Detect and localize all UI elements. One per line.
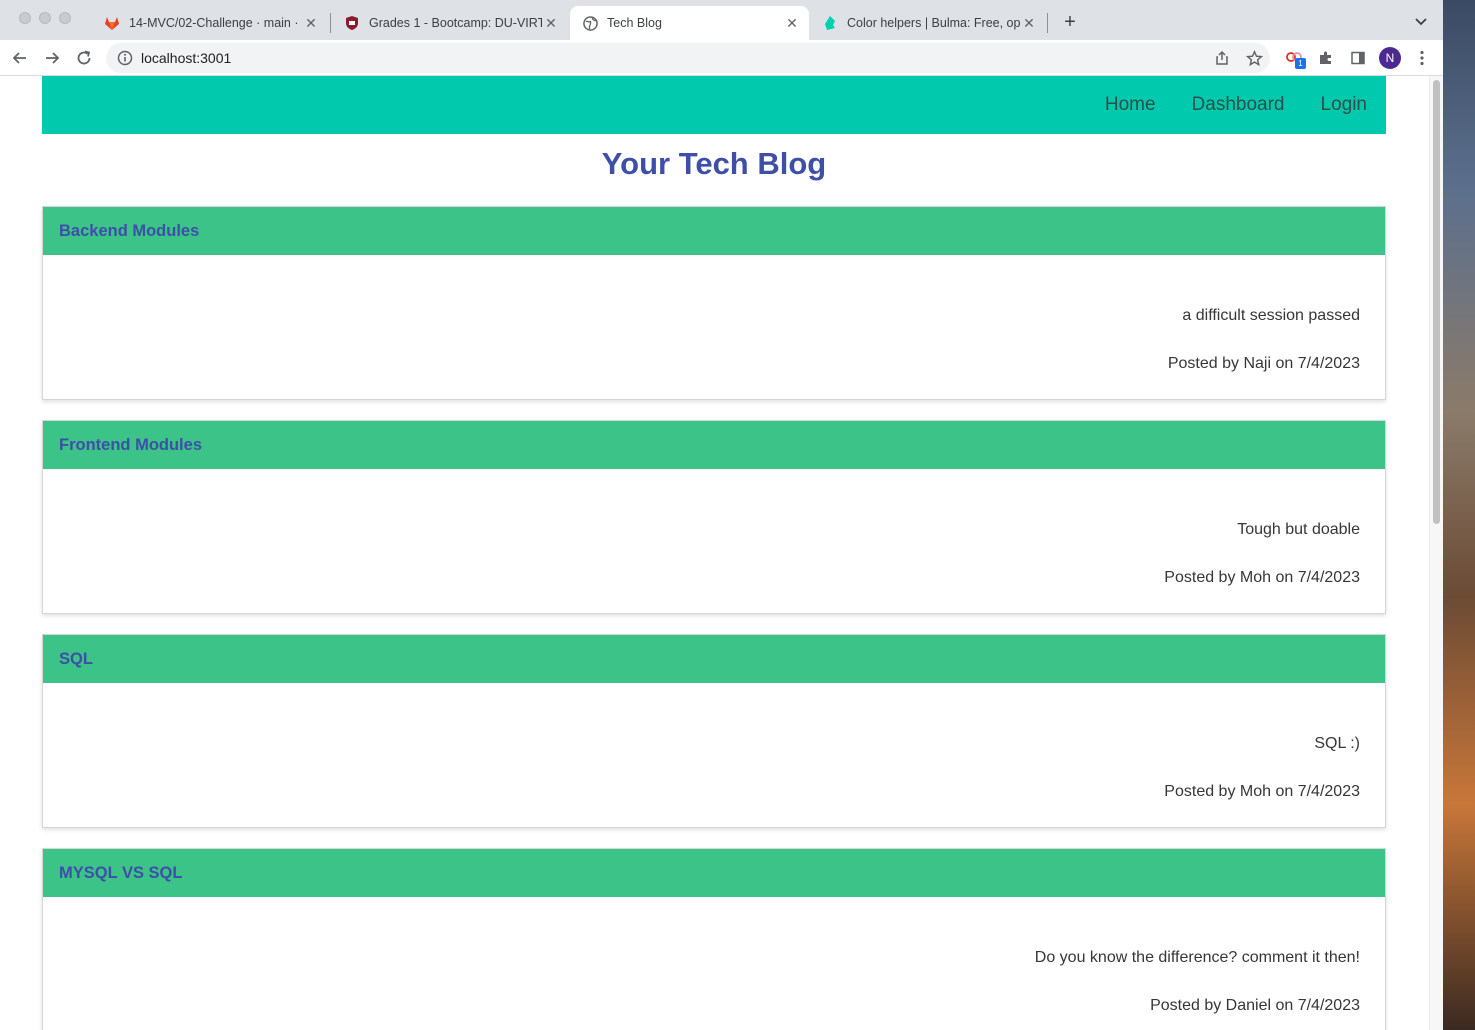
tab-title: Grades 1 - Bootcamp: DU-VIRT [369, 16, 542, 30]
tab-separator [330, 13, 331, 33]
post-meta: Posted by Daniel on 7/4/2023 [1150, 997, 1360, 1014]
post-card[interactable]: MYSQL VS SQL Do you know the difference?… [42, 848, 1386, 1030]
window-minimize-button[interactable] [39, 12, 51, 24]
tab-separator [1047, 13, 1048, 33]
post-body: Do you know the difference? comment it t… [43, 897, 1385, 1030]
tab-tech-blog[interactable]: Tech Blog ✕ [570, 6, 809, 40]
extension-badge: 1 [1295, 58, 1306, 69]
post-body: Tough but doable Posted by Moh on 7/4/20… [43, 469, 1385, 613]
share-icon [1216, 50, 1228, 65]
post-content: SQL :) [1314, 735, 1360, 752]
browser-menu-button[interactable] [1411, 47, 1433, 69]
bookmark-button[interactable] [1243, 47, 1265, 69]
post-title[interactable]: Frontend Modules [59, 436, 202, 455]
browser-toolbar: localhost:3001 1 N [0, 40, 1443, 76]
reload-button[interactable] [72, 46, 96, 70]
extensions-menu-button[interactable] [1315, 47, 1337, 69]
arrow-left-icon [12, 52, 26, 64]
post-content: a difficult session passed [1182, 307, 1360, 324]
nav-login-link[interactable]: Login [1321, 94, 1368, 116]
side-panel-button[interactable] [1347, 47, 1369, 69]
desktop-wallpaper [1443, 0, 1475, 1030]
post-body: a difficult session passed Posted by Naj… [43, 255, 1385, 399]
tab-bulma[interactable]: Color helpers | Bulma: Free, op ✕ [810, 6, 1046, 40]
post-title[interactable]: Backend Modules [59, 222, 199, 241]
globe-icon [582, 15, 598, 31]
tab-gitlab[interactable]: 14-MVC/02-Challenge · main · ✕ [92, 6, 328, 40]
close-icon[interactable]: ✕ [302, 14, 320, 32]
post-header: MYSQL VS SQL [43, 849, 1385, 897]
close-icon[interactable]: ✕ [1020, 14, 1038, 32]
url-text: localhost:3001 [141, 50, 232, 66]
post-body: SQL :) Posted by Moh on 7/4/2023 [43, 683, 1385, 827]
tab-search-button[interactable] [1412, 12, 1430, 30]
page-scrollbar[interactable] [1429, 76, 1443, 1030]
site-navbar: Home Dashboard Login [42, 76, 1386, 134]
gitlab-icon [104, 15, 120, 31]
profile-avatar[interactable]: N [1379, 47, 1401, 69]
post-title[interactable]: MYSQL VS SQL [59, 864, 182, 883]
arrow-right-icon [46, 52, 60, 64]
browser-window: 14-MVC/02-Challenge · main · ✕ Grades 1 … [0, 0, 1443, 1030]
scrollbar-thumb[interactable] [1433, 80, 1440, 524]
close-icon[interactable]: ✕ [542, 14, 560, 32]
side-panel-icon [1351, 51, 1365, 65]
tab-title: 14-MVC/02-Challenge · main · [129, 16, 299, 30]
post-header: Frontend Modules [43, 421, 1385, 469]
puzzle-icon [1320, 51, 1331, 64]
post-title[interactable]: SQL [59, 650, 93, 669]
post-card[interactable]: Frontend Modules Tough but doable Posted… [42, 420, 1386, 614]
tab-title: Tech Blog [607, 16, 662, 30]
post-content: Tough but doable [1237, 521, 1360, 538]
address-bar[interactable]: localhost:3001 [106, 43, 1270, 73]
new-tab-button[interactable]: + [1060, 12, 1080, 32]
close-icon[interactable]: ✕ [783, 14, 801, 32]
back-button[interactable] [8, 46, 32, 70]
post-card[interactable]: SQL SQL :) Posted by Moh on 7/4/2023 [42, 634, 1386, 828]
tab-title: Color helpers | Bulma: Free, op [847, 16, 1020, 30]
extension-button[interactable]: 1 [1283, 47, 1306, 69]
nav-home-link[interactable]: Home [1105, 94, 1156, 116]
window-close-button[interactable] [19, 12, 31, 24]
star-icon [1245, 49, 1263, 66]
bulma-icon [822, 15, 838, 31]
page-viewport: Home Dashboard Login Your Tech Blog Back… [0, 76, 1443, 1030]
nav-dashboard-link[interactable]: Dashboard [1192, 94, 1285, 116]
chevron-down-icon [1415, 18, 1427, 26]
post-header: Backend Modules [43, 207, 1385, 255]
post-header: SQL [43, 635, 1385, 683]
tab-strip: 14-MVC/02-Challenge · main · ✕ Grades 1 … [0, 0, 1443, 40]
more-vert-icon [1420, 50, 1424, 66]
tab-grades[interactable]: Grades 1 - Bootcamp: DU-VIRT ✕ [332, 6, 568, 40]
shield-icon [344, 15, 360, 31]
info-icon[interactable] [117, 50, 133, 66]
window-maximize-button[interactable] [59, 12, 71, 24]
post-content: Do you know the difference? comment it t… [1034, 949, 1360, 966]
post-card[interactable]: Backend Modules a difficult session pass… [42, 206, 1386, 400]
reload-icon [77, 50, 91, 65]
share-button[interactable] [1211, 47, 1233, 69]
post-meta: Posted by Moh on 7/4/2023 [1164, 569, 1360, 586]
post-meta: Posted by Moh on 7/4/2023 [1164, 783, 1360, 800]
post-meta: Posted by Naji on 7/4/2023 [1167, 355, 1360, 372]
forward-button[interactable] [40, 46, 64, 70]
page-title: Your Tech Blog [601, 146, 827, 181]
